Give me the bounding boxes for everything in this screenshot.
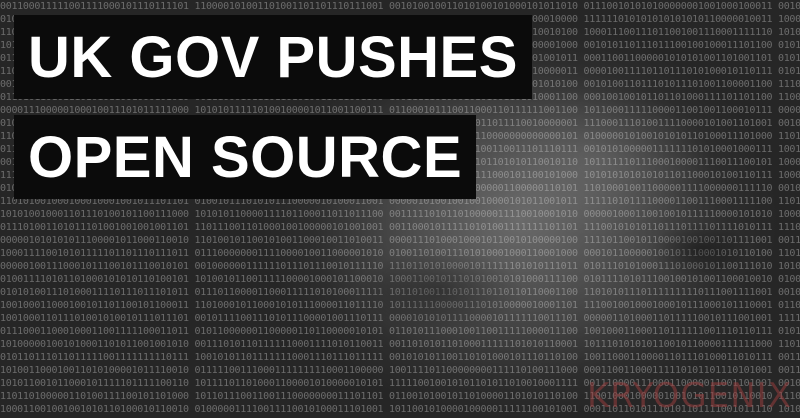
headline-line-2: OPEN SOURCE	[14, 115, 477, 199]
headline-line-1: UK GOV PUSHES	[14, 15, 532, 99]
watermark-logo: KRYOGENIX	[587, 376, 792, 416]
hero-image: 001100011111001111000101110111101 110000…	[0, 0, 800, 418]
